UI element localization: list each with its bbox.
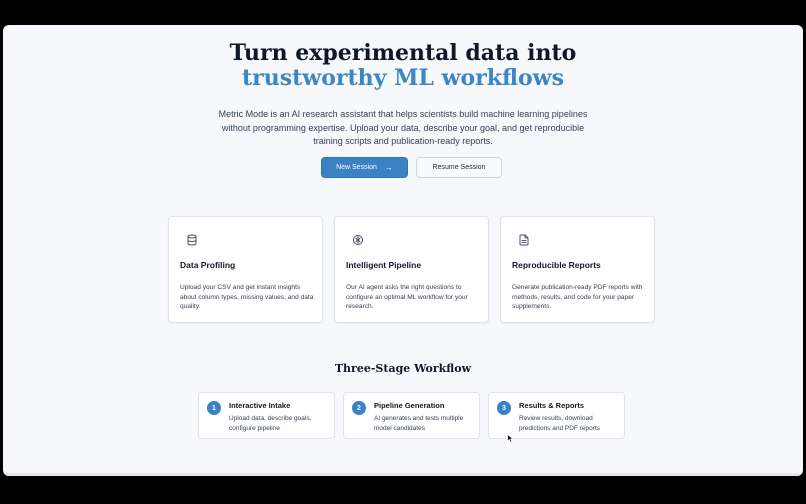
step-description: Review results, download predictions and… — [519, 415, 600, 432]
feature-description: Our AI agent asks the right questions to… — [346, 284, 468, 311]
database-icon — [187, 234, 197, 246]
feature-card-reproducible-reports: Reproducible Reports Generate publicatio… — [500, 216, 655, 323]
step-title: Interactive Intake — [229, 401, 291, 410]
feature-title: Reproducible Reports — [512, 260, 601, 270]
step-number-badge: 2 — [352, 401, 366, 415]
hero-title-line-1: Turn experimental data into — [229, 40, 577, 66]
step-number-badge: 1 — [207, 401, 221, 415]
page-bottom-divider — [3, 473, 803, 476]
feature-description: Upload your CSV and get instant insights… — [180, 284, 314, 311]
workflow-step-card: 3 Results & Reports Review results, down… — [488, 392, 625, 439]
step-title: Results & Reports — [519, 401, 585, 410]
feature-title: Data Profiling — [180, 260, 236, 270]
step-description: Upload data, describe goals, configure p… — [229, 415, 312, 432]
resume-session-label: Resume Session — [432, 164, 486, 171]
workflow-section-title: Three-Stage Workflow — [334, 362, 472, 375]
step-number-badge: 3 — [497, 401, 511, 415]
feature-card-data-profiling: Data Profiling Upload your CSV and get i… — [168, 216, 323, 323]
arrow-right-icon: → — [384, 163, 393, 172]
document-icon — [519, 234, 529, 246]
new-session-button[interactable]: New Session → — [321, 157, 408, 178]
step-description: AI generates and tests multiple model ca… — [374, 415, 464, 432]
brain-icon — [353, 235, 363, 245]
workflow-step-card: 2 Pipeline Generation AI generates and t… — [343, 392, 480, 439]
step-title: Pipeline Generation — [374, 401, 445, 410]
workflow-step-card: 1 Interactive Intake Upload data, descri… — [198, 392, 335, 439]
landing-page: Turn experimental data into trustworthy … — [3, 25, 803, 476]
feature-card-intelligent-pipeline: Intelligent Pipeline Our AI agent asks t… — [334, 216, 489, 323]
resume-session-button[interactable]: Resume Session — [416, 157, 502, 178]
hero-subtitle: Metric Mode is an AI research assistant … — [218, 109, 588, 146]
feature-description: Generate publication-ready PDF reports w… — [512, 284, 643, 311]
new-session-label: New Session — [336, 164, 377, 171]
hero-title-line-2: trustworthy ML workflows — [241, 65, 565, 91]
mouse-cursor-icon — [507, 434, 513, 443]
feature-title: Intelligent Pipeline — [346, 260, 422, 270]
